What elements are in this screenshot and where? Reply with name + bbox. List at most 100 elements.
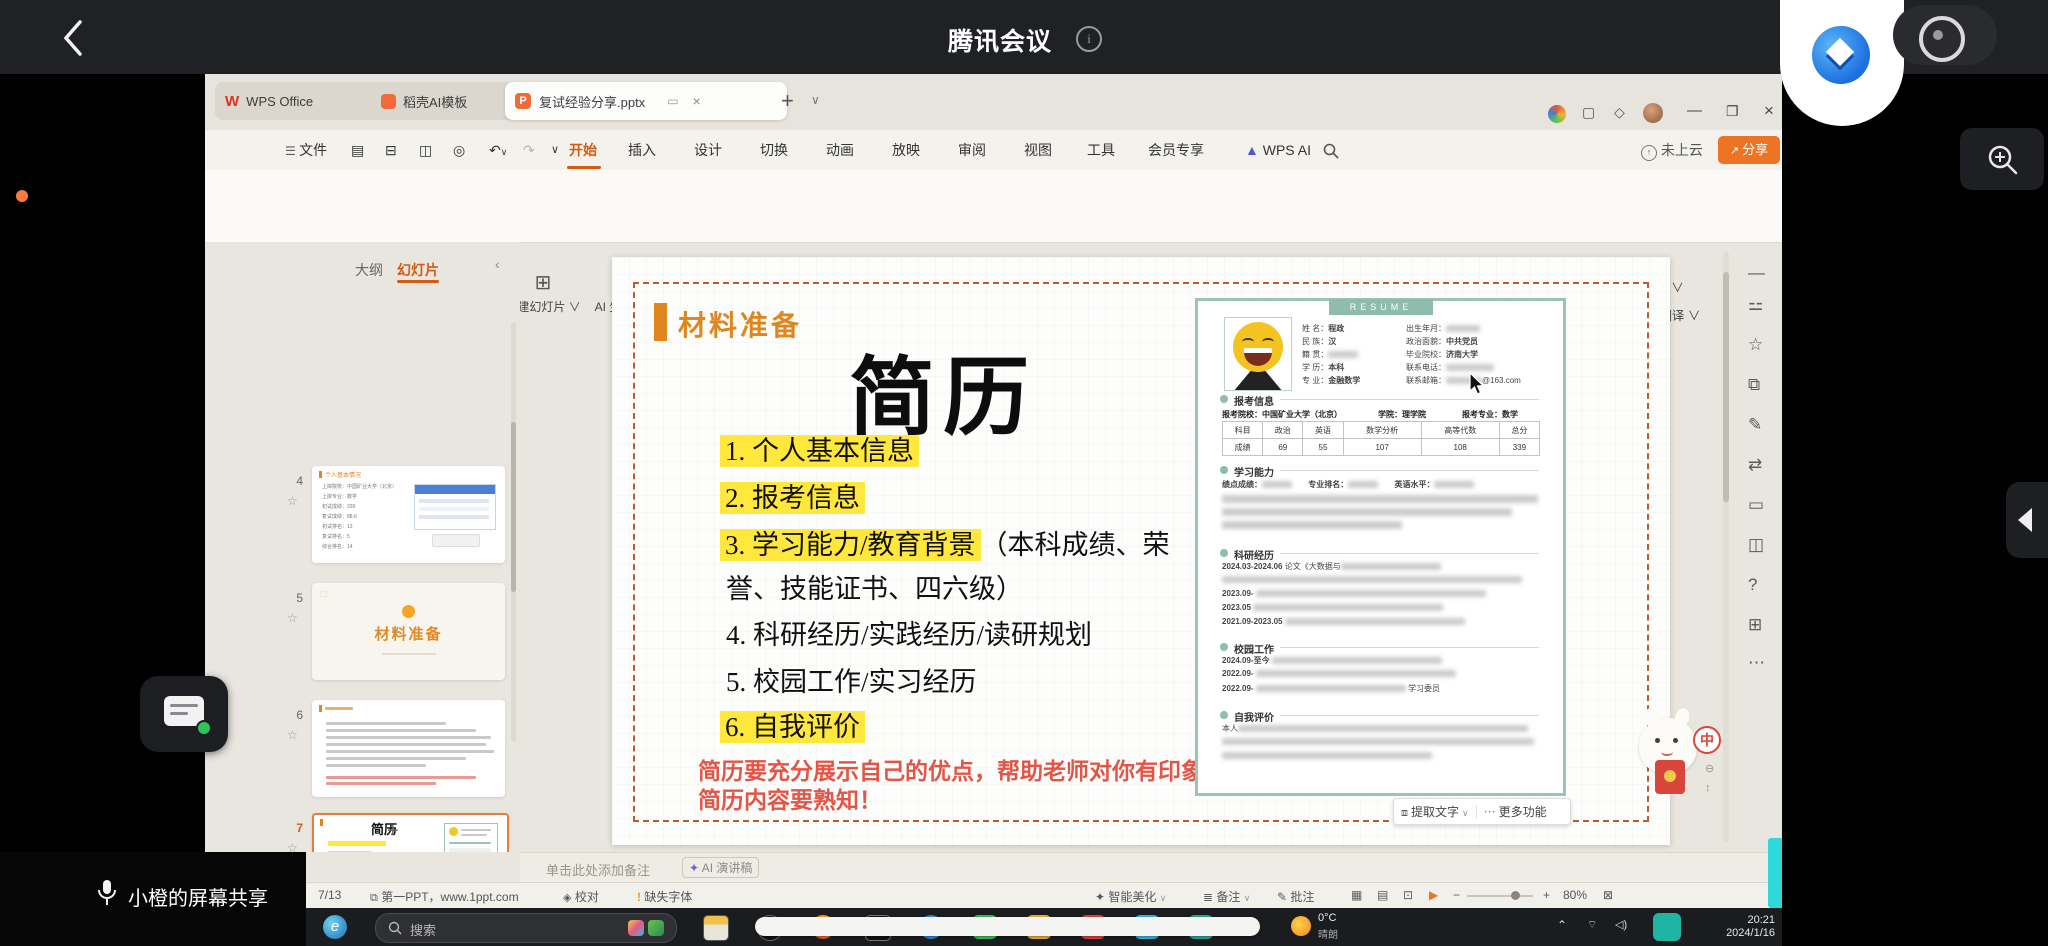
play-slideshow-icon[interactable]: ▶ [1429,888,1438,902]
tab-slides[interactable]: 幻灯片 [397,260,439,280]
more-functions-button[interactable]: ⋯ 更多功能 [1477,803,1554,820]
share-button[interactable]: ↗ 分享 [1718,136,1780,164]
sticker-grip-icon[interactable]: ↕ [1705,782,1711,794]
list-item-6[interactable]: 6. 自我评价 [720,705,865,744]
slide-note-line2[interactable]: 简历内容要熟知！ [698,781,882,815]
info-icon[interactable]: i [1076,26,1102,52]
list-item-5[interactable]: 5. 校园工作/实习经历 [726,660,977,699]
menu-tools[interactable]: 工具 [1087,139,1115,161]
menu-animation[interactable]: 动画 [826,139,854,161]
favorite-star-icon[interactable]: ☆ [287,841,298,852]
proofread-button[interactable]: ◈ 校对 [563,888,599,905]
list-item-1[interactable]: 1. 个人基本信息 [720,429,919,468]
strip-copy-icon[interactable]: ⧉ [1748,376,1760,393]
comment-button[interactable]: ✎ 批注 [1277,888,1314,905]
cloud-status[interactable]: ↑ 未上云 [1641,139,1703,161]
zoom-in-icon[interactable]: + [1543,888,1550,902]
favorite-star-icon[interactable]: ☆ [287,611,298,625]
panel-scrollbar[interactable] [511,322,516,742]
sorter-view-icon[interactable]: ▤ [1377,888,1388,902]
save-icon[interactable]: ▤ [351,139,364,161]
zoom-percent[interactable]: 80% [1563,888,1587,902]
zoom-out-icon[interactable]: − [1453,888,1460,902]
slide-canvas[interactable]: 材料准备 简历 1. 个人基本信息 2. 报考信息 3. 学习能力/教育背景 （本… [612,257,1670,845]
slide-thumbnail-6[interactable] [312,700,505,797]
smart-beautify-button[interactable]: ✦ 智能美化 ∨ [1095,888,1166,905]
menu-member[interactable]: 会员专享 [1148,139,1204,161]
close-tab-icon[interactable]: × [693,93,701,109]
menu-review[interactable]: 审阅 [958,139,986,161]
notes-toggle-button[interactable]: ≣ 备注 ∨ [1203,888,1250,905]
extract-text-button[interactable]: ⧈ 提取文字 ∨ [1394,803,1476,820]
menu-home[interactable]: 开始 [569,139,597,161]
zoom-slider[interactable] [1467,891,1533,900]
edge-icon[interactable]: e [323,915,347,939]
side-toolbar-peek[interactable] [1768,838,1782,908]
tab-docer-ai[interactable]: 稻壳AI模板 [371,82,519,120]
strip-star-icon[interactable]: ☆ [1748,336,1763,353]
redo-icon[interactable]: ↷ [523,139,535,161]
zoom-button[interactable] [1960,128,2044,190]
weather-widget[interactable]: 0°C 晴朗 [1291,912,1381,942]
add-slide-button[interactable]: + [387,820,399,843]
list-item-3-wrap[interactable]: 誉、技能证书、四六级） [726,567,1023,606]
panel-collapse-tab[interactable] [2006,482,2048,558]
restore-icon[interactable]: ❐ [1726,103,1739,120]
strip-columns-icon[interactable]: ◫ [1748,536,1764,553]
tray-clock[interactable]: 20:21 2024/1/16 [1693,914,1775,940]
template-source[interactable]: ⧉ 第一PPT，www.1ppt.com [370,888,519,905]
search-icon[interactable] [1323,143,1339,159]
popout-icon[interactable]: ▭ [667,94,678,108]
docer-box-icon[interactable]: ◇ [1614,104,1625,121]
strip-edit-icon[interactable]: ✎ [1748,416,1762,433]
export-icon[interactable]: ⊟ [385,139,397,161]
close-window-icon[interactable]: × [1764,101,1774,121]
caption-button[interactable] [140,676,228,752]
taskbar-search[interactable]: 搜索 [375,913,677,943]
sticker-handle-icon[interactable]: ⊖ [1705,762,1714,775]
collapse-panel-icon[interactable]: ‹ [495,256,500,272]
minimize-icon[interactable]: — [1687,102,1702,119]
menu-design[interactable]: 设计 [694,139,722,161]
undo-icon[interactable]: ↶∨ [489,139,507,161]
strip-properties-icon[interactable]: ⚍ [1748,296,1763,313]
strip-scroll-top-icon[interactable]: — [1748,264,1765,281]
ai-speech-chip[interactable]: ✦ AI 演讲稿 [682,857,760,878]
strip-more-icon[interactable]: ⋯ [1748,654,1765,671]
tray-meeting-app-icon[interactable] [1653,913,1681,941]
tray-network-icon[interactable]: ⌔ [1587,918,1597,932]
strip-comment-icon[interactable]: ⊞ [1748,616,1762,633]
list-item-4[interactable]: 4. 科研经历/实践经历/读研规划 [726,613,1092,652]
back-icon[interactable] [58,18,88,58]
menu-transition[interactable]: 切换 [760,139,788,161]
strip-swap-icon[interactable]: ⇄ [1748,456,1762,473]
qat-caret-icon[interactable]: ∨ [551,139,559,161]
fit-window-icon[interactable]: ⊠ [1603,888,1613,902]
favorite-star-icon[interactable]: ☆ [287,494,298,508]
notes-placeholder[interactable]: 单击此处添加备注 [546,860,650,879]
favorite-star-icon[interactable]: ☆ [287,728,298,742]
normal-view-icon[interactable]: ▦ [1351,888,1362,902]
app-logo-bubble[interactable] [1780,0,1904,126]
preview-icon[interactable]: ◎ [453,139,465,161]
tab-wps-office[interactable]: W WPS Office [215,82,383,120]
strip-help-icon[interactable]: ? [1748,576,1757,593]
canvas-scrollbar[interactable] [1723,252,1729,842]
new-tab-button[interactable]: + [781,88,794,114]
menu-wps-ai[interactable]: ▲ WPS AI [1245,139,1311,161]
tab-document[interactable]: P 复试经验分享.pptx ▭ × [505,82,787,120]
menu-slideshow[interactable]: 放映 [892,139,920,161]
window-widget-icon[interactable]: ▢ [1582,104,1595,121]
tray-volume-icon[interactable]: ◁) [1615,918,1627,931]
user-avatar[interactable] [1643,103,1663,123]
record-icon[interactable] [1919,16,1965,62]
menu-insert[interactable]: 插入 [628,139,656,161]
skin-icon[interactable] [1548,105,1566,123]
slide-thumbnail-7-current[interactable]: 简历 [312,813,509,852]
read-view-icon[interactable]: ⊡ [1403,888,1413,902]
video-progress-pill[interactable] [755,917,1260,936]
tray-caret-icon[interactable]: ⌃ [1557,918,1567,932]
print-icon[interactable]: ◫ [419,139,432,161]
missing-font-warning[interactable]: ! 缺失字体 [637,888,692,905]
menu-file[interactable]: ☰ 文件 [285,139,327,161]
